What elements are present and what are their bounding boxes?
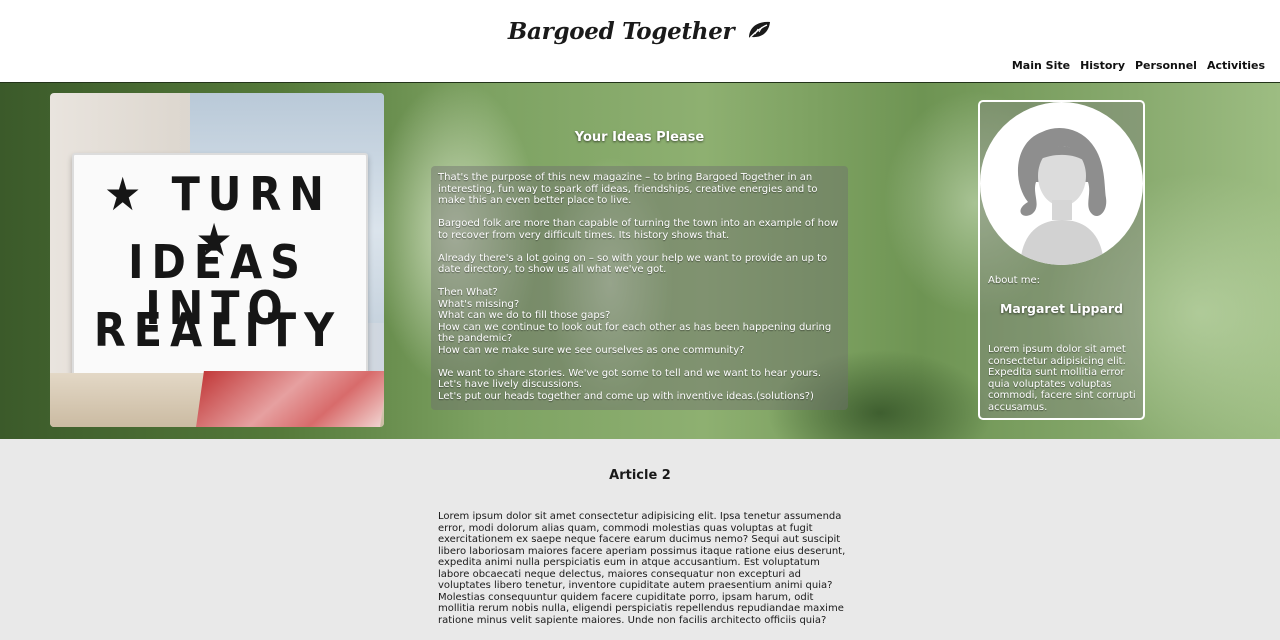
nav-main-site[interactable]: Main Site (1012, 59, 1070, 72)
leaf-icon (746, 19, 772, 47)
sign-line-3: REALITY (93, 303, 343, 357)
article-paragraph: Bargoed folk are more than capable of tu… (438, 218, 839, 241)
article-paragraph: Already there's a lot going on – so with… (438, 252, 828, 276)
nav-history[interactable]: History (1080, 59, 1125, 72)
site-header: Bargoed Together Main Site History Perso… (0, 0, 1280, 82)
main-nav: Main Site History Personnel Activities (1012, 59, 1265, 72)
about-me-label: About me: (988, 275, 1041, 286)
article-paragraph: Then What? What's missing? What can we d… (438, 287, 832, 356)
article-paragraph: That's the purpose of this new magazine … (438, 172, 818, 206)
person-silhouette-icon (980, 102, 1143, 265)
article-content: That's the purpose of this new magazine … (431, 166, 848, 410)
article-2-title: Article 2 (609, 468, 671, 483)
article-paragraph: We want to share stories. We've got some… (438, 367, 822, 402)
hero-section: ★ TURN ★ IDEAS INTO REALITY Your Ideas P… (0, 82, 1280, 439)
site-brand[interactable]: Bargoed Together (0, 18, 1280, 47)
brand-title: Bargoed Together (507, 18, 735, 45)
nav-personnel[interactable]: Personnel (1135, 59, 1197, 72)
profile-name: Margaret Lippard (999, 301, 1124, 316)
profile-bio: Lorem ipsum dolor sit amet consectetur a… (988, 344, 1136, 413)
article-title: Your Ideas Please (574, 130, 705, 145)
books-stack (196, 371, 384, 427)
nav-activities[interactable]: Activities (1207, 59, 1265, 72)
lightbox-sign-image: ★ TURN ★ IDEAS INTO REALITY (50, 93, 384, 427)
article-2-body: Lorem ipsum dolor sit amet consectetur a… (438, 511, 846, 626)
profile-card: About me: Margaret Lippard Lorem ipsum d… (978, 100, 1145, 420)
